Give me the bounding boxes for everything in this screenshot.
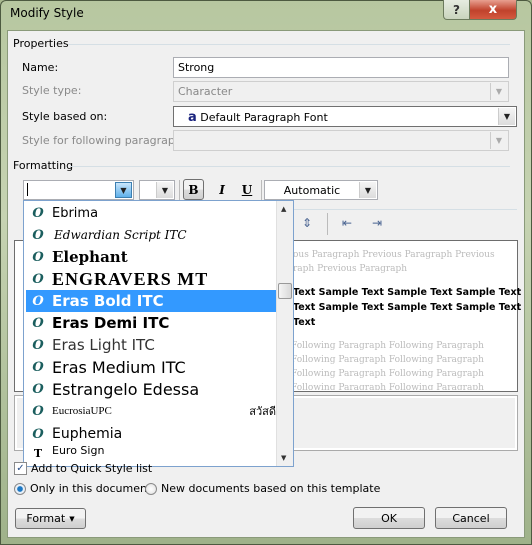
name-input[interactable]: Strong	[173, 57, 509, 78]
font-item-estrangelo[interactable]: O Estrangelo Edessa	[26, 378, 276, 400]
dialog-title: Modify Style	[10, 6, 84, 20]
formatting-legend: Formatting	[13, 159, 74, 172]
opentype-icon: O	[32, 205, 44, 221]
scroll-down-icon[interactable]: ▼	[281, 454, 286, 462]
opentype-icon: O	[32, 381, 44, 397]
new-documents-radio[interactable]	[145, 483, 157, 495]
opentype-icon: O	[32, 315, 44, 331]
style-type-value: Character	[178, 85, 233, 98]
chevron-down-icon: ▼	[156, 182, 173, 198]
ok-button[interactable]: OK	[353, 507, 425, 529]
font-color-value: Automatic	[283, 184, 341, 197]
new-documents-label: New documents based on this template	[161, 482, 381, 495]
name-label: Name:	[22, 61, 59, 74]
font-item-euphemia[interactable]: O Euphemia	[26, 423, 276, 445]
following-label: Style for following paragraph:	[22, 134, 186, 147]
help-button[interactable]: ?	[443, 0, 470, 20]
scrollbar-thumb[interactable]	[278, 283, 292, 299]
font-item-euro-sign[interactable]: T Euro Sign	[26, 444, 276, 462]
divider	[179, 180, 180, 200]
decrease-indent-icon[interactable]: ⇤	[342, 215, 358, 231]
format-label: Format	[26, 512, 66, 525]
preview-sample-line: Text Sample Text Sample Text Sample Text	[293, 302, 522, 313]
opentype-icon: O	[32, 337, 44, 353]
font-item-eras-bold[interactable]: O Eras Bold ITC	[26, 290, 276, 312]
properties-legend: Properties	[13, 37, 69, 50]
font-color-select[interactable]: Automatic ▼	[264, 180, 378, 200]
based-on-select[interactable]: a Default Paragraph Font ▼	[173, 106, 517, 127]
character-style-icon: a	[188, 110, 197, 125]
style-type-label: Style type:	[22, 84, 82, 97]
opentype-icon: O	[32, 359, 44, 375]
opentype-icon: O	[32, 426, 44, 442]
preview-following-line: Following Paragraph Following Paragraph	[291, 369, 484, 379]
chevron-down-icon: ▼	[498, 108, 515, 125]
opentype-icon: O	[32, 271, 44, 287]
preview-sample-line: Text	[293, 317, 316, 328]
only-document-label: Only in this document	[30, 482, 152, 495]
size-combo[interactable]: ▼	[139, 180, 175, 200]
opentype-icon: O	[32, 249, 44, 265]
font-item-eras-demi[interactable]: O Eras Demi ITC	[26, 312, 276, 334]
following-select[interactable]: ▼	[173, 130, 509, 151]
font-item-ebrima[interactable]: O Ebrima	[26, 202, 276, 224]
preview-following-line: Following Paragraph Following Paragraph	[291, 355, 484, 365]
only-document-radio[interactable]	[14, 483, 26, 495]
preview-following-line: Following Paragraph Following Paragraph	[291, 383, 484, 390]
based-on-label: Style based on:	[22, 110, 108, 123]
opentype-icon: O	[32, 293, 44, 309]
font-item-engravers[interactable]: O ENGRAVERS MT	[26, 268, 276, 290]
font-item-eras-light[interactable]: O Eras Light ITC	[26, 334, 276, 356]
truetype-icon: T	[33, 447, 43, 460]
underline-button[interactable]: U	[237, 180, 257, 200]
opentype-icon: O	[32, 227, 44, 243]
chevron-down-icon: ▼	[359, 182, 376, 198]
line-spacing-icon[interactable]: ⇕	[302, 215, 318, 231]
quick-style-checkbox[interactable]: ✓	[14, 462, 27, 475]
italic-button[interactable]: I	[212, 180, 232, 200]
scroll-up-icon[interactable]: ▲	[281, 205, 286, 213]
chevron-down-icon: ▼	[490, 83, 507, 100]
divider	[261, 180, 262, 200]
divider	[327, 213, 328, 235]
cancel-button[interactable]: Cancel	[435, 507, 507, 529]
chevron-down-icon[interactable]: ▼	[115, 182, 132, 198]
font-item-edwardian[interactable]: O Edwardian Script ITC	[26, 224, 276, 246]
font-list-scrollbar[interactable]: ▲ ▼	[276, 201, 293, 466]
quick-style-label: Add to Quick Style list	[31, 462, 153, 475]
divider	[70, 166, 510, 167]
chevron-down-icon: ▼	[490, 132, 507, 149]
dropdown-arrow-icon: ▼	[69, 514, 75, 523]
opentype-icon: O	[32, 403, 44, 419]
format-button[interactable]: Format ▼	[15, 508, 86, 529]
font-item-eras-medium[interactable]: O Eras Medium ITC	[26, 356, 276, 378]
preview-following-line: Following Paragraph Following Paragraph	[291, 341, 484, 351]
style-type-select[interactable]: Character ▼	[173, 81, 509, 102]
bold-button[interactable]: B	[183, 179, 204, 200]
divider	[68, 44, 510, 45]
font-combo[interactable]: ▼	[23, 180, 134, 200]
font-item-elephant[interactable]: O Elephant	[26, 246, 276, 268]
increase-indent-icon[interactable]: ⇥	[372, 215, 388, 231]
font-item-eucrosia[interactable]: O EucrosiaUPC สวัสดี	[26, 400, 276, 422]
preview-previous-line: ous Paragraph Previous Paragraph Previou…	[293, 250, 495, 260]
preview-sample-line: Text Sample Text Sample Text Sample Text	[293, 287, 522, 298]
font-sample: สวัสดี	[249, 405, 276, 418]
font-dropdown-list[interactable]: O Ebrima O Edwardian Script ITC O Elephant …	[23, 200, 294, 467]
based-on-value: Default Paragraph Font	[200, 111, 328, 124]
close-button[interactable]: x	[469, 0, 517, 20]
divider	[294, 209, 517, 210]
preview-previous-line: raph Previous Paragraph	[293, 264, 408, 274]
